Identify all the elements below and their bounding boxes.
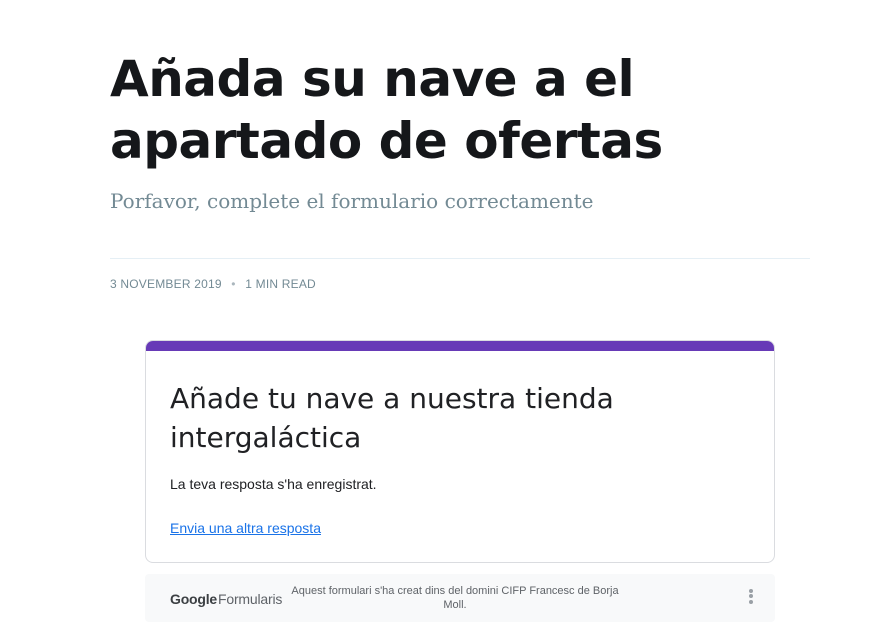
submit-another-response-link[interactable]: Envia una altra resposta — [170, 518, 321, 538]
form-accent-bar — [146, 341, 774, 351]
post-date: 3 November 2019 — [110, 277, 222, 291]
reading-time: 1 min read — [245, 277, 316, 291]
brand-product: Formularis — [218, 591, 283, 607]
post-title: Añada su nave a el apartado de ofertas — [110, 50, 663, 170]
form-title: Añade tu nave a nuestra tienda intergalá… — [170, 382, 614, 454]
google-forms-logo[interactable]: GoogleFormularis — [170, 590, 282, 608]
article-header: Añada su nave a el apartado de ofertas P… — [110, 48, 810, 216]
more-vertical-icon[interactable] — [741, 587, 761, 609]
response-message: La teva resposta s'ha enregistrat. — [170, 476, 377, 492]
brand-google: Google — [170, 591, 218, 607]
domain-notice: Aquest formulari s'ha creat dins del dom… — [291, 585, 619, 611]
form-footer: GoogleFormularis Aquest formulari s'ha c… — [145, 574, 775, 622]
header-divider — [110, 258, 810, 259]
post-meta: 3 November 2019 • 1 min read — [110, 276, 316, 292]
meta-bullet: • — [231, 277, 236, 291]
form-response-card: Añade tu nave a nuestra tienda intergalá… — [145, 340, 775, 563]
post-excerpt: Porfavor, complete el formulario correct… — [110, 189, 594, 213]
